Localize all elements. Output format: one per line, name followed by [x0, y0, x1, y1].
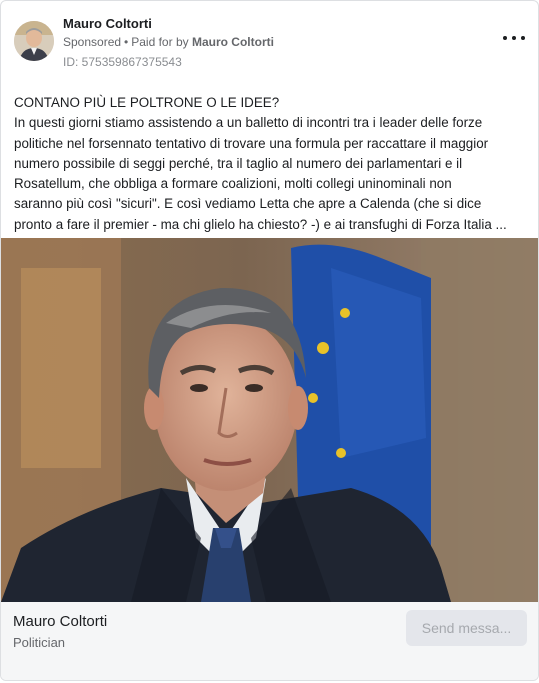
more-dot	[521, 36, 525, 40]
avatar[interactable]	[14, 21, 54, 61]
post-headline: CONTANO PIÙ LE POLTRONE O LE IDEE?	[14, 95, 280, 110]
ad-photo[interactable]	[1, 238, 538, 602]
more-horizontal-icon[interactable]	[503, 31, 525, 45]
more-dot	[503, 36, 507, 40]
library-id: ID: 575359867375543	[63, 55, 182, 69]
more-dot	[512, 36, 516, 40]
paid-for-prefix: Paid for by	[131, 35, 189, 49]
page-name[interactable]: Mauro Coltorti	[13, 613, 107, 630]
post-text-line: Rosatellum, che obbliga a formare coaliz…	[14, 176, 452, 192]
author-name[interactable]: Mauro Coltorti	[63, 16, 152, 31]
post-text-line: pronto a fare il premier - ma chi glielo…	[14, 216, 507, 232]
paid-for-by-name[interactable]: Mauro Coltorti	[192, 35, 274, 49]
post-header: Mauro Coltorti Sponsored • Paid for by Mau…	[14, 14, 525, 70]
post-text-line: numero possibile di seggi perché, tra il…	[14, 155, 463, 171]
separator-dot: •	[124, 35, 129, 49]
post-text-line: politiche nel forsennato tentativo di tr…	[14, 135, 489, 151]
sponsored-line: Sponsored • Paid for by Mauro Coltorti	[63, 35, 274, 49]
post-text-line: saranno più così "sicuri". E così vediam…	[14, 196, 482, 212]
post-text-line: In questi giorni stiamo assistendo a un …	[14, 115, 483, 131]
post-body: CONTANO PIÙ LE POLTRONE O LE IDEE? In qu…	[14, 93, 529, 235]
sponsored-label: Sponsored	[63, 35, 122, 49]
ad-footer: Mauro Coltorti Politician Send messa...	[1, 602, 538, 680]
page-category: Politician	[13, 635, 66, 650]
portrait-image	[1, 238, 538, 602]
ad-card: Mauro Coltorti Sponsored • Paid for by Mau…	[0, 0, 539, 681]
avatar-image	[14, 21, 54, 61]
send-message-button[interactable]: Send messa...	[406, 610, 527, 646]
